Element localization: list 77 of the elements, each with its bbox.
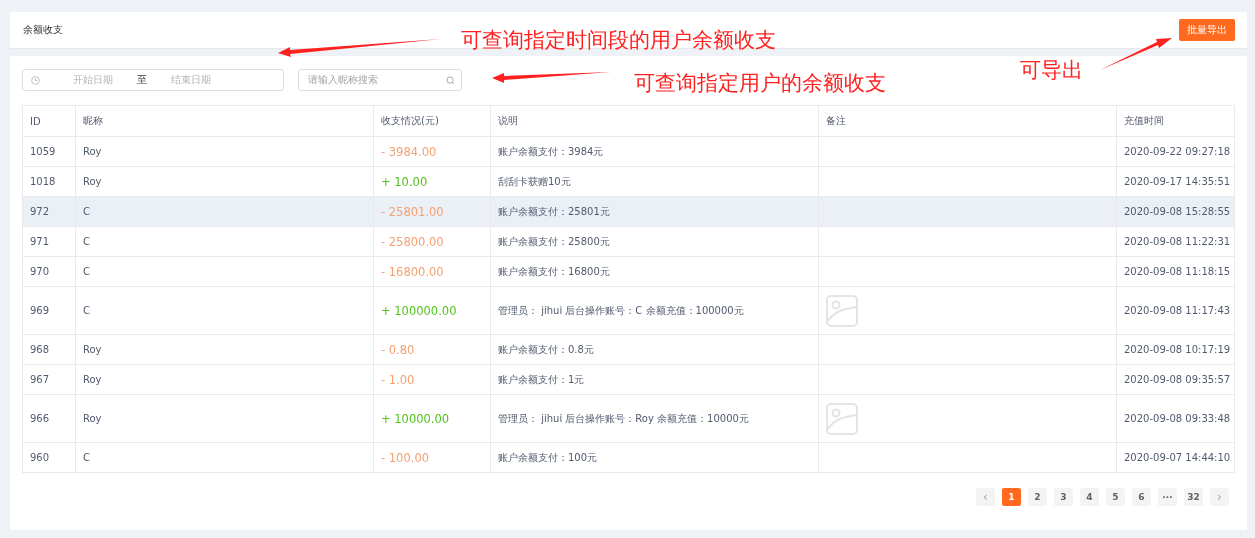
table-cell: 1018 bbox=[22, 166, 76, 197]
amount-cell: + 10.00 bbox=[373, 166, 491, 197]
table-cell: Roy bbox=[75, 334, 374, 365]
image-placeholder-icon bbox=[826, 294, 858, 327]
column-header: 收支情况(元) bbox=[373, 105, 491, 137]
column-header: 备注 bbox=[818, 105, 1117, 137]
column-header: ID bbox=[22, 105, 76, 137]
table-cell: 管理员： jihui 后台操作账号：Roy 余额充值：10000元 bbox=[490, 394, 819, 443]
export-button[interactable]: 批量导出 bbox=[1179, 19, 1235, 41]
page-button[interactable]: 1 bbox=[1002, 488, 1021, 506]
amount-cell: + 10000.00 bbox=[373, 394, 491, 443]
table-cell: 966 bbox=[22, 394, 76, 443]
end-date-placeholder: 结束日期 bbox=[171, 73, 211, 87]
table-cell: Roy bbox=[75, 136, 374, 167]
page-title: 余额收支 bbox=[23, 23, 63, 37]
range-separator: 至 bbox=[137, 73, 147, 87]
amount-cell: - 25800.00 bbox=[373, 226, 491, 257]
table-cell: 2020-09-08 09:35:57 bbox=[1116, 364, 1235, 395]
table-cell: Roy bbox=[75, 394, 374, 443]
table-cell: 2020-09-22 09:27:18 bbox=[1116, 136, 1235, 167]
annotation-text: 可导出 bbox=[1020, 60, 1083, 81]
table-cell: 账户余额支付：16800元 bbox=[490, 256, 819, 287]
page-button[interactable]: 5 bbox=[1106, 488, 1125, 506]
table-cell: 2020-09-08 09:33:48 bbox=[1116, 394, 1235, 443]
amount-cell: - 1.00 bbox=[373, 364, 491, 395]
table-cell: 960 bbox=[22, 442, 76, 473]
table-cell: 账户余额支付：25800元 bbox=[490, 226, 819, 257]
table-cell: C bbox=[75, 256, 374, 287]
table-cell: 971 bbox=[22, 226, 76, 257]
amount-cell: - 25801.00 bbox=[373, 196, 491, 227]
image-placeholder-icon bbox=[826, 402, 858, 435]
amount-cell: - 100.00 bbox=[373, 442, 491, 473]
table-cell: 972 bbox=[22, 196, 76, 227]
table-cell: 管理员： jihui 后台操作账号：C 余额充值：100000元 bbox=[490, 286, 819, 335]
date-range-field[interactable]: 开始日期 至 结束日期 bbox=[22, 69, 284, 91]
page-button[interactable]: 6 bbox=[1132, 488, 1151, 506]
table-cell: 968 bbox=[22, 334, 76, 365]
table-cell: 2020-09-17 14:35:51 bbox=[1116, 166, 1235, 197]
page-button[interactable]: ··· bbox=[1158, 488, 1177, 506]
table-cell: C bbox=[75, 226, 374, 257]
table-cell: C bbox=[75, 286, 374, 335]
table-cell: 2020-09-08 11:18:15 bbox=[1116, 256, 1235, 287]
table-cell: 970 bbox=[22, 256, 76, 287]
table-cell: 账户余额支付：25801元 bbox=[490, 196, 819, 227]
table-cell: 969 bbox=[22, 286, 76, 335]
amount-cell: - 16800.00 bbox=[373, 256, 491, 287]
table-cell: C bbox=[75, 196, 374, 227]
start-date-placeholder: 开始日期 bbox=[73, 73, 113, 87]
clock-icon bbox=[31, 75, 40, 85]
amount-cell: - 0.80 bbox=[373, 334, 491, 365]
table-cell: 账户余额支付：0.8元 bbox=[490, 334, 819, 365]
annotation-text: 可查询指定用户的余额收支 bbox=[634, 73, 886, 94]
column-header: 昵称 bbox=[75, 105, 374, 137]
table-cell: 2020-09-08 10:17:19 bbox=[1116, 334, 1235, 365]
page-button[interactable]: 4 bbox=[1080, 488, 1099, 506]
table-cell: 账户余额支付：1元 bbox=[490, 364, 819, 395]
page-button[interactable]: 2 bbox=[1028, 488, 1047, 506]
table-cell: 2020-09-07 14:44:10 bbox=[1116, 442, 1235, 473]
table-cell: 2020-09-08 11:22:31 bbox=[1116, 226, 1235, 257]
annotation-text: 可查询指定时间段的用户余额收支 bbox=[461, 30, 776, 51]
column-header: 充值时间 bbox=[1116, 105, 1235, 137]
table-cell: C bbox=[75, 442, 374, 473]
column-header: 说明 bbox=[490, 105, 819, 137]
table-cell: 账户余额支付：100元 bbox=[490, 442, 819, 473]
table-cell: 2020-09-08 11:17:43 bbox=[1116, 286, 1235, 335]
amount-cell: + 100000.00 bbox=[373, 286, 491, 335]
table-cell: Roy bbox=[75, 364, 374, 395]
table-cell: 967 bbox=[22, 364, 76, 395]
page-button[interactable]: 3 bbox=[1054, 488, 1073, 506]
table-cell: Roy bbox=[75, 166, 374, 197]
table-cell: 刮刮卡获赠10元 bbox=[490, 166, 819, 197]
table-cell: 1059 bbox=[22, 136, 76, 167]
table-cell: 2020-09-08 15:28:55 bbox=[1116, 196, 1235, 227]
page-button[interactable]: 32 bbox=[1184, 488, 1203, 506]
amount-cell: - 3984.00 bbox=[373, 136, 491, 167]
search-icon bbox=[446, 75, 455, 85]
table-cell: 账户余额支付：3984元 bbox=[490, 136, 819, 167]
